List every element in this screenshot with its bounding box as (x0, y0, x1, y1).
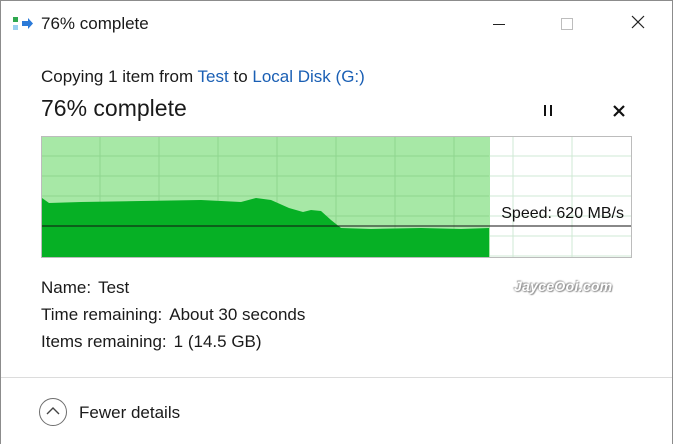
minimize-button[interactable] (476, 1, 522, 47)
time-remaining-row: Time remaining: About 30 seconds (41, 305, 305, 325)
footer: Fewer details (1, 377, 672, 444)
fewer-details-toggle[interactable] (39, 398, 67, 426)
copying-prefix: Copying 1 item from (41, 67, 194, 86)
speed-label: Speed: 620 MB/s (501, 205, 624, 222)
watermark: JayceOoi.com (514, 278, 613, 294)
items-remaining-value: 1 (14.5 GB) (173, 332, 262, 351)
pause-icon (544, 104, 552, 116)
name-label: Name: (41, 278, 92, 297)
items-remaining-row: Items remaining: 1 (14.5 GB) (41, 332, 262, 352)
title-bar[interactable]: 76% complete (1, 1, 672, 47)
time-remaining-value: About 30 seconds (169, 305, 306, 324)
file-copy-icon (13, 17, 33, 31)
maximize-icon (561, 18, 573, 30)
maximize-button[interactable] (544, 1, 590, 47)
name-row: Name: Test (41, 278, 129, 298)
destination-link[interactable]: Local Disk (G:) (252, 67, 364, 86)
copy-summary: Copying 1 item from Test to Local Disk (… (41, 67, 365, 87)
to-word: to (233, 67, 248, 86)
source-folder-link[interactable]: Test (198, 67, 229, 86)
chevron-up-icon (46, 403, 60, 421)
close-icon (631, 15, 645, 34)
progress-status: 76% complete (41, 95, 187, 121)
time-remaining-label: Time remaining: (41, 305, 163, 324)
window-title: 76% complete (41, 14, 149, 33)
name-value: Test (98, 278, 130, 297)
close-icon (607, 105, 631, 127)
copy-dialog-window: 76% complete Copying 1 item from Test to… (0, 0, 673, 444)
minimize-icon (493, 23, 505, 25)
pause-button[interactable] (536, 97, 560, 123)
fewer-details-label[interactable]: Fewer details (79, 403, 180, 423)
window-close-button[interactable] (615, 1, 661, 47)
transfer-speed-graph: Speed: 620 MB/s (41, 136, 632, 258)
cancel-button[interactable] (607, 99, 631, 123)
items-remaining-label: Items remaining: (41, 332, 167, 351)
